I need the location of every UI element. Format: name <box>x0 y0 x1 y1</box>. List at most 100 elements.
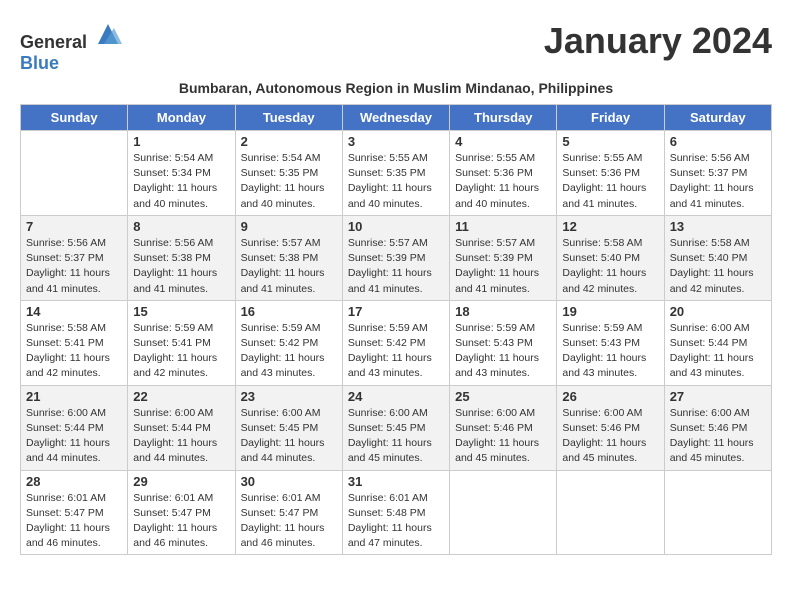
day-info: Sunrise: 6:01 AM Sunset: 5:47 PM Daylight:… <box>241 491 337 552</box>
calendar-week-row: 7Sunrise: 5:56 AMSunset: 5:37 PMDaylight… <box>21 215 772 300</box>
calendar-day-cell: 4Sunrise: 5:55 AMSunset: 5:36 PMDaylight… <box>450 131 557 216</box>
day-of-week-header: Saturday <box>664 105 771 131</box>
calendar-week-row: 14Sunrise: 5:58 AMSunset: 5:41 PMDayligh… <box>21 300 772 385</box>
sunrise-text: Sunrise: 6:00 AM <box>562 407 642 419</box>
sunrise-text: Sunrise: 6:01 AM <box>133 492 213 504</box>
sunrise-text: Sunrise: 5:59 AM <box>241 322 321 334</box>
daylight-text: Daylight: 11 hours and 40 minutes. <box>241 182 325 209</box>
calendar-week-row: 1 Sunrise: 5:54 AM Sunset: 5:34 PM Daylight… <box>21 131 772 216</box>
calendar-day-cell <box>557 470 664 555</box>
sunset-text: Sunset: 5:38 PM <box>241 252 319 264</box>
sunset-text: Sunset: 5:36 PM <box>562 167 640 179</box>
sunrise-text: Sunrise: 6:00 AM <box>26 407 106 419</box>
sunset-text: Sunset: 5:39 PM <box>455 252 533 264</box>
day-number: 20 <box>670 304 766 319</box>
sunset-text: Sunset: 5:41 PM <box>26 337 104 349</box>
daylight-text: Daylight: 11 hours and 40 minutes. <box>133 182 217 209</box>
sunrise-text: Sunrise: 5:58 AM <box>670 237 750 249</box>
day-number: 25 <box>455 389 551 404</box>
calendar-day-cell: 8Sunrise: 5:56 AMSunset: 5:38 PMDaylight… <box>128 215 235 300</box>
daylight-text: Daylight: 11 hours and 45 minutes. <box>670 437 754 464</box>
calendar-day-cell: 20 Sunrise: 6:00 AMSunset: 5:44 PMDayligh… <box>664 300 771 385</box>
sunrise-text: Sunrise: 6:01 AM <box>348 492 428 504</box>
daylight-text: Daylight: 11 hours and 41 minutes. <box>133 267 217 294</box>
day-info: Sunrise: 5:55 AMSunset: 5:36 PMDaylight:… <box>562 151 658 212</box>
daylight-text: Daylight: 11 hours and 43 minutes. <box>455 352 539 379</box>
day-number: 11 <box>455 219 551 234</box>
calendar-day-cell: 9Sunrise: 5:57 AMSunset: 5:38 PMDaylight… <box>235 215 342 300</box>
day-info: Sunrise: 6:00 AMSunset: 5:46 PMDaylight:… <box>562 406 658 467</box>
calendar-day-cell: 16Sunrise: 5:59 AMSunset: 5:42 PMDayligh… <box>235 300 342 385</box>
calendar-day-cell: 13Sunrise: 5:58 AMSunset: 5:40 PMDayligh… <box>664 215 771 300</box>
day-number: 18 <box>455 304 551 319</box>
calendar-table: SundayMondayTuesdayWednesdayThursdayFrid… <box>20 104 772 555</box>
day-number: 30 <box>241 474 337 489</box>
day-number: 29 <box>133 474 229 489</box>
sunset-text: Sunset: 5:37 PM <box>670 167 748 179</box>
daylight-text: Daylight: 11 hours and 42 minutes. <box>26 352 110 379</box>
day-info: Sunrise: 5:57 AMSunset: 5:39 PMDaylight:… <box>455 236 551 297</box>
sunset-text: Sunset: 5:45 PM <box>241 422 319 434</box>
sunrise-text: Sunrise: 5:57 AM <box>241 237 321 249</box>
day-info: Sunrise: 6:00 AMSunset: 5:44 PMDaylight:… <box>26 406 122 467</box>
sunset-text: Sunset: 5:34 PM <box>133 167 211 179</box>
sunrise-text: Sunrise: 6:00 AM <box>348 407 428 419</box>
daylight-text: Daylight: 11 hours and 46 minutes. <box>133 522 217 549</box>
day-info: Sunrise: 6:00 AMSunset: 5:46 PMDaylight:… <box>455 406 551 467</box>
day-of-week-header: Friday <box>557 105 664 131</box>
sunrise-text: Sunrise: 6:00 AM <box>670 407 750 419</box>
sunset-text: Sunset: 5:43 PM <box>562 337 640 349</box>
sunrise-text: Sunrise: 6:01 AM <box>241 492 321 504</box>
daylight-text: Daylight: 11 hours and 45 minutes. <box>455 437 539 464</box>
header: General Blue January 2024 <box>20 20 772 74</box>
calendar-day-cell <box>21 131 128 216</box>
day-number: 1 <box>133 134 229 149</box>
sunset-text: Sunset: 5:43 PM <box>455 337 533 349</box>
day-info: Sunrise: 5:59 AMSunset: 5:43 PMDaylight:… <box>562 321 658 382</box>
calendar-day-cell <box>450 470 557 555</box>
day-number: 19 <box>562 304 658 319</box>
daylight-text: Daylight: 11 hours and 44 minutes. <box>133 437 217 464</box>
sunset-text: Sunset: 5:46 PM <box>455 422 533 434</box>
sunset-text: Sunset: 5:47 PM <box>241 507 319 519</box>
day-number: 4 <box>455 134 551 149</box>
sunset-text: Sunset: 5:35 PM <box>241 167 319 179</box>
sunrise-text: Sunrise: 6:01 AM <box>26 492 106 504</box>
sunrise-text: Sunrise: 6:00 AM <box>670 322 750 334</box>
day-info: Sunrise: 5:57 AMSunset: 5:39 PMDaylight:… <box>348 236 444 297</box>
day-info: Sunrise: 6:00 AMSunset: 5:45 PMDaylight:… <box>348 406 444 467</box>
day-info: Sunrise: 6:00 AMSunset: 5:44 PMDaylight:… <box>670 321 766 382</box>
calendar-day-cell: 5Sunrise: 5:55 AMSunset: 5:36 PMDaylight… <box>557 131 664 216</box>
daylight-text: Daylight: 11 hours and 41 minutes. <box>562 182 646 209</box>
daylight-text: Daylight: 11 hours and 45 minutes. <box>348 437 432 464</box>
calendar-day-cell: 18Sunrise: 5:59 AMSunset: 5:43 PMDayligh… <box>450 300 557 385</box>
day-of-week-header: Sunday <box>21 105 128 131</box>
day-info: Sunrise: 5:57 AMSunset: 5:38 PMDaylight:… <box>241 236 337 297</box>
daylight-text: Daylight: 11 hours and 46 minutes. <box>26 522 110 549</box>
logo-text: General Blue <box>20 20 122 74</box>
calendar-day-cell: 24Sunrise: 6:00 AMSunset: 5:45 PMDayligh… <box>342 385 449 470</box>
calendar-day-cell: 11 Sunrise: 5:57 AMSunset: 5:39 PMDayligh… <box>450 215 557 300</box>
calendar-day-cell: 21Sunrise: 6:00 AMSunset: 5:44 PMDayligh… <box>21 385 128 470</box>
calendar-week-row: 28Sunrise: 6:01 AMSunset: 5:47 PMDayligh… <box>21 470 772 555</box>
day-info: Sunrise: 6:00 AMSunset: 5:46 PMDaylight:… <box>670 406 766 467</box>
calendar-day-cell: 25 Sunrise: 6:00 AMSunset: 5:46 PMDayligh… <box>450 385 557 470</box>
daylight-text: Daylight: 11 hours and 42 minutes. <box>562 267 646 294</box>
day-info: Sunrise: 5:55 AMSunset: 5:35 PMDaylight:… <box>348 151 444 212</box>
sunrise-text: Sunrise: 5:54 AM <box>241 152 321 164</box>
calendar-day-cell <box>664 470 771 555</box>
day-info: Sunrise: 5:56 AMSunset: 5:38 PMDaylight:… <box>133 236 229 297</box>
sunset-text: Sunset: 5:47 PM <box>133 507 211 519</box>
day-number: 23 <box>241 389 337 404</box>
daylight-text: Daylight: 11 hours and 46 minutes. <box>241 522 325 549</box>
day-info: Sunrise: 5:59 AMSunset: 5:42 PMDaylight:… <box>348 321 444 382</box>
day-info: Sunrise: 6:00 AMSunset: 5:45 PMDaylight:… <box>241 406 337 467</box>
calendar-day-cell: 23Sunrise: 6:00 AMSunset: 5:45 PMDayligh… <box>235 385 342 470</box>
sunset-text: Sunset: 5:44 PM <box>133 422 211 434</box>
sunrise-text: Sunrise: 6:00 AM <box>241 407 321 419</box>
day-number: 3 <box>348 134 444 149</box>
day-info: Sunrise: 5:56 AMSunset: 5:37 PMDaylight:… <box>670 151 766 212</box>
day-of-week-header: Wednesday <box>342 105 449 131</box>
day-number: 13 <box>670 219 766 234</box>
sunset-text: Sunset: 5:46 PM <box>562 422 640 434</box>
